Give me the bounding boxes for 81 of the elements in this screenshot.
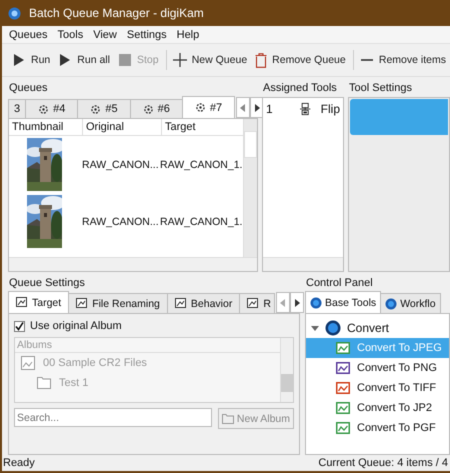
- play-icon: [12, 53, 26, 67]
- chart-icon: [336, 342, 350, 354]
- album-icon: [21, 356, 35, 370]
- column-header[interactable]: Original: [83, 119, 162, 135]
- image-icon: [16, 297, 28, 308]
- disc-icon: [310, 296, 322, 308]
- right-arrow-icon: [254, 104, 260, 112]
- chart-icon: [336, 422, 350, 434]
- tool-index: 1: [266, 102, 274, 116]
- panel-title: Tool Settings: [348, 81, 413, 96]
- queue-tab[interactable]: #4: [25, 99, 78, 118]
- right-arrow-icon: [294, 298, 300, 306]
- disc-icon: [385, 298, 398, 310]
- gear-icon: [90, 104, 102, 114]
- gear-icon: [194, 102, 206, 113]
- tree-item[interactable]: Convert To PNG: [306, 358, 449, 378]
- tool-name: Flip: [320, 102, 340, 116]
- queue-tab[interactable]: #7: [182, 96, 236, 118]
- menu-item[interactable]: Tools: [58, 28, 84, 40]
- tree-item[interactable]: Convert To JP2: [306, 398, 449, 418]
- table-cell-text: RAW_CANON...: [81, 158, 157, 170]
- tree-item[interactable]: Convert To TIFF: [306, 378, 449, 398]
- status-text: Current Queue: 4 items / 4: [318, 457, 448, 469]
- app-icon: [8, 6, 21, 20]
- status-text: Ready: [3, 457, 35, 469]
- use-original-album-checkbox[interactable]: Use original Album: [14, 320, 294, 332]
- menu-item[interactable]: View: [93, 28, 117, 40]
- settings-tab[interactable]: Behavior: [166, 293, 240, 313]
- album-name: Test 1: [59, 377, 88, 389]
- image-icon: [174, 298, 187, 309]
- menu-item[interactable]: Settings: [126, 28, 167, 40]
- chart-icon: [336, 402, 350, 414]
- folder-icon: [37, 377, 51, 389]
- scrollbar[interactable]: [263, 257, 343, 271]
- play-icon: [58, 53, 72, 67]
- gear-icon: [38, 104, 50, 114]
- settings-tab[interactable]: Target: [8, 291, 70, 313]
- flip-icon: [300, 102, 311, 116]
- folder-icon: [222, 414, 234, 424]
- panel-title: Queues: [8, 81, 49, 96]
- panel-title: Queue Settings: [8, 276, 86, 291]
- scrollbar[interactable]: [9, 257, 257, 271]
- left-arrow-icon: [240, 104, 246, 112]
- checkbox-icon: [14, 320, 25, 332]
- tree-item[interactable]: Convert: [306, 318, 449, 338]
- queue-tab[interactable]: #5: [77, 99, 131, 118]
- column-header[interactable]: Thumbnail: [9, 119, 83, 135]
- left-arrow-icon: [280, 298, 286, 306]
- settings-tab[interactable]: R: [239, 293, 275, 313]
- control-tab[interactable]: Base Tools: [305, 291, 382, 313]
- album-name: 00 Sample CR2 Files: [43, 357, 147, 369]
- scroll-right-button[interactable]: [290, 292, 304, 313]
- chart-icon: [336, 362, 350, 374]
- gear-icon: [142, 104, 154, 114]
- queue-tab[interactable]: 3: [8, 99, 26, 118]
- run-button[interactable]: Run all: [54, 50, 114, 70]
- trash-icon: [255, 52, 268, 68]
- image-icon: [247, 298, 260, 309]
- plus-icon: [172, 53, 187, 67]
- panel-title: Assigned Tools: [262, 81, 338, 96]
- run-button[interactable]: Run: [8, 50, 54, 70]
- menu-item[interactable]: Queues: [9, 28, 48, 40]
- chart-icon: [336, 382, 350, 394]
- panel-title: Control Panel: [305, 276, 374, 291]
- stop-icon: [118, 53, 132, 67]
- tree-item[interactable]: Convert To PGF: [306, 418, 449, 438]
- image-icon: [76, 298, 88, 309]
- queue-tab[interactable]: #6: [130, 99, 183, 118]
- table-cell-text: RAW_CANON...: [81, 216, 157, 228]
- remove-button[interactable]: Remove Queue: [251, 50, 350, 70]
- menu-item[interactable]: Help: [176, 28, 200, 40]
- remove-button[interactable]: Remove items: [356, 50, 450, 70]
- control-tab[interactable]: Workflo: [380, 293, 441, 313]
- new-button[interactable]: New Queue: [168, 50, 252, 70]
- scrollbar[interactable]: [243, 119, 257, 257]
- search-field[interactable]: Search...: [14, 408, 212, 427]
- disc-icon: [325, 320, 341, 336]
- window-title: Batch Queue Manager - digiKam: [29, 6, 204, 20]
- column-header: Albums: [15, 338, 280, 353]
- expand-arrow-icon[interactable]: [311, 324, 319, 332]
- settings-tab[interactable]: File Renaming: [68, 293, 168, 313]
